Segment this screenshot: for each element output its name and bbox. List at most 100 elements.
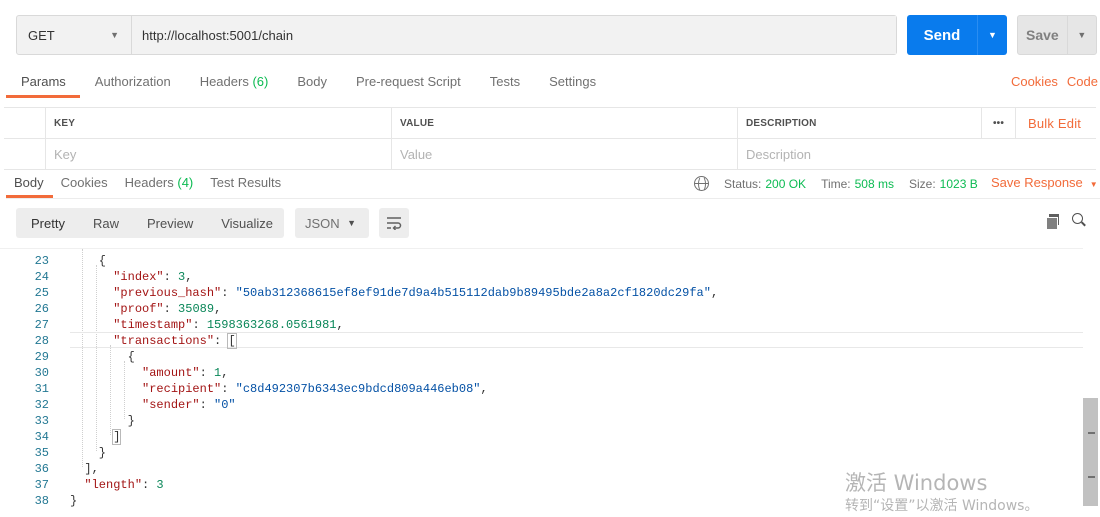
code-text[interactable]: "sender": "0" xyxy=(70,397,236,413)
save-button[interactable]: Save ▼ xyxy=(1017,15,1097,55)
tab-label: Body xyxy=(297,74,327,89)
tab-params[interactable]: Params xyxy=(6,67,80,98)
tab-label: Tests xyxy=(489,74,521,89)
activation-watermark-hint: 转到“设置”以激活 Windows。 xyxy=(845,498,1039,514)
code-text[interactable]: "timestamp": 1598363268.0561981, xyxy=(70,317,343,333)
code-line: 34 ] xyxy=(0,429,1083,445)
code-text[interactable]: "amount": 1, xyxy=(70,365,228,381)
tab-test-results[interactable]: Test Results xyxy=(202,169,290,198)
view-raw[interactable]: Raw xyxy=(78,216,132,231)
line-number: 26 xyxy=(34,302,49,316)
save-response-label: Save Response xyxy=(991,175,1083,190)
method-select[interactable]: GET ▼ xyxy=(17,16,132,54)
tab-label: Cookies xyxy=(60,175,108,190)
params-table: KEY VALUE DESCRIPTION ••• Bulk Edit Key … xyxy=(4,107,1096,170)
request-tabs: Params Authorization Headers (6) Body Pr… xyxy=(6,67,1100,99)
view-preview[interactable]: Preview xyxy=(132,216,206,231)
code-text[interactable]: } xyxy=(70,493,77,509)
save-response-button[interactable]: Save Response ▼ xyxy=(991,175,1098,190)
code-text[interactable]: { xyxy=(70,349,135,365)
row-gutter xyxy=(4,108,46,138)
copy-icon[interactable] xyxy=(1046,214,1060,230)
code-text[interactable]: } xyxy=(70,445,106,461)
description-input[interactable]: Description xyxy=(738,139,1096,169)
url-input[interactable] xyxy=(132,16,896,54)
code-text[interactable]: } xyxy=(70,413,135,429)
size-value[interactable]: 1023 B xyxy=(940,177,978,191)
wrap-lines-icon xyxy=(387,217,402,230)
chevron-down-icon: ▼ xyxy=(1089,180,1098,189)
code-line: 30 "amount": 1, xyxy=(0,365,1083,381)
row-gutter xyxy=(4,139,46,169)
code-text[interactable]: "index": 3, xyxy=(70,269,192,285)
key-input[interactable]: Key xyxy=(46,139,392,169)
code-text[interactable]: ], xyxy=(70,461,98,477)
cookies-link[interactable]: Cookies xyxy=(1011,74,1058,89)
chevron-down-icon[interactable]: ▼ xyxy=(977,15,1007,55)
tab-response-body[interactable]: Body xyxy=(6,169,53,198)
bulk-edit-link[interactable]: Bulk Edit xyxy=(1016,108,1096,138)
line-number: 36 xyxy=(34,462,49,476)
request-tabs-links: Cookies Code xyxy=(1002,74,1098,89)
tab-body[interactable]: Body xyxy=(282,67,341,98)
format-select[interactable]: JSON ▼ xyxy=(295,208,369,238)
tab-label: Settings xyxy=(549,74,597,89)
search-icon[interactable] xyxy=(1072,213,1086,227)
code-text[interactable]: ] xyxy=(70,429,122,445)
line-number: 37 xyxy=(34,478,49,492)
line-number: 33 xyxy=(34,414,49,428)
tab-label: Headers xyxy=(199,74,249,89)
code-text[interactable]: "proof": 35089, xyxy=(70,301,221,317)
tab-label: Body xyxy=(14,175,44,190)
line-number: 24 xyxy=(34,270,49,284)
code-text[interactable]: { xyxy=(70,253,106,269)
view-visualize[interactable]: Visualize xyxy=(206,216,286,231)
more-options-icon[interactable]: ••• xyxy=(982,108,1016,138)
code-text[interactable]: "previous_hash": "50ab312368615ef8ef91de… xyxy=(70,285,718,301)
tab-pre-request-script[interactable]: Pre-request Script xyxy=(341,67,475,98)
scrollbar-thumb[interactable] xyxy=(1083,398,1098,506)
view-pretty[interactable]: Pretty xyxy=(16,216,78,231)
tab-label: Test Results xyxy=(210,175,282,190)
scroll-marker xyxy=(1088,476,1095,478)
params-input-row: Key Value Description xyxy=(4,139,1096,170)
code-text[interactable]: "recipient": "c8d492307b6343ec9bdcd809a4… xyxy=(70,381,488,397)
chevron-down-icon[interactable]: ▼ xyxy=(1066,16,1096,54)
globe-icon[interactable] xyxy=(694,176,709,192)
code-link[interactable]: Code xyxy=(1067,74,1098,89)
code-text[interactable]: "transactions": [ xyxy=(70,333,237,349)
code-line: 33 } xyxy=(0,413,1083,429)
code-line: 35 } xyxy=(0,445,1083,461)
line-number: 35 xyxy=(34,446,49,460)
status-value[interactable]: 200 OK xyxy=(765,177,806,191)
code-line: 29 { xyxy=(0,349,1083,365)
wrap-lines-button[interactable] xyxy=(379,208,409,238)
line-number: 23 xyxy=(34,254,49,268)
line-number: 27 xyxy=(34,318,49,332)
tab-label: Authorization xyxy=(94,74,171,89)
line-number: 31 xyxy=(34,382,49,396)
tab-authorization[interactable]: Authorization xyxy=(80,67,185,98)
code-line: 25 "previous_hash": "50ab312368615ef8ef9… xyxy=(0,285,1083,301)
code-line: 24 "index": 3, xyxy=(0,269,1083,285)
tab-tests[interactable]: Tests xyxy=(475,67,534,98)
request-bar: GET ▼ xyxy=(16,15,897,55)
send-button[interactable]: Send ▼ xyxy=(907,15,1007,55)
code-line: 27 "timestamp": 1598363268.0561981, xyxy=(0,317,1083,333)
tab-label: Pre-request Script xyxy=(355,74,461,89)
code-line: 32 "sender": "0" xyxy=(0,397,1083,413)
value-input[interactable]: Value xyxy=(392,139,738,169)
chevron-down-icon: ▼ xyxy=(110,30,119,40)
tab-settings[interactable]: Settings xyxy=(534,67,610,98)
tab-headers[interactable]: Headers (6) xyxy=(185,67,283,98)
code-line: 28 "transactions": [ xyxy=(0,333,1083,349)
line-number: 32 xyxy=(34,398,49,412)
code-text[interactable]: "length": 3 xyxy=(70,477,163,493)
params-header-row: KEY VALUE DESCRIPTION ••• Bulk Edit xyxy=(4,108,1096,139)
column-header-value: VALUE xyxy=(392,108,738,138)
time-value[interactable]: 508 ms xyxy=(855,177,894,191)
response-meta: Status: 200 OK Time: 508 ms Size: 1023 B xyxy=(694,176,993,192)
line-number: 25 xyxy=(34,286,49,300)
tab-response-cookies[interactable]: Cookies xyxy=(53,169,117,198)
tab-response-headers[interactable]: Headers (4) xyxy=(117,169,203,198)
